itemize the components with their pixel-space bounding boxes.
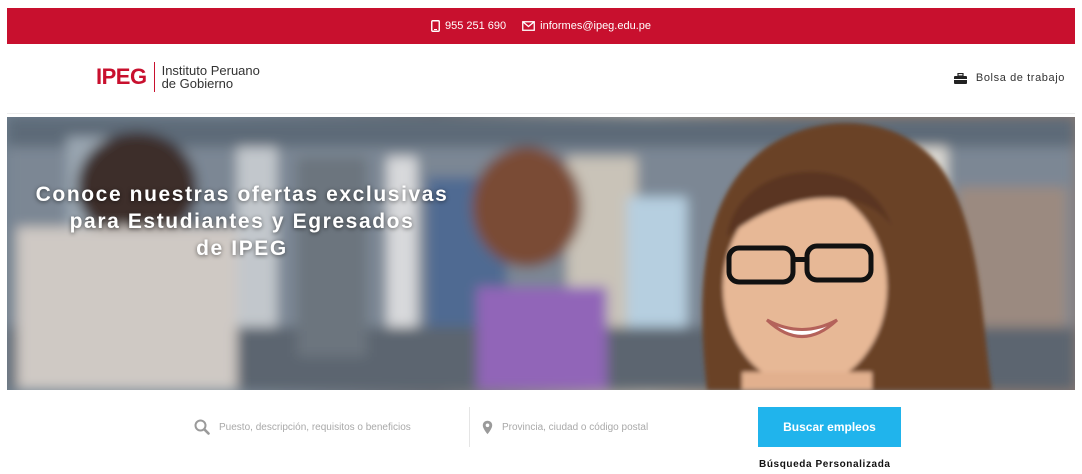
site-logo[interactable]: IPEG Instituto Peruano de Gobierno xyxy=(96,62,260,92)
email-address: informes@ipeg.edu.pe xyxy=(540,20,651,32)
email-contact[interactable]: informes@ipeg.edu.pe xyxy=(522,20,651,32)
hero-title: Conoce nuestras ofertas exclusivas para … xyxy=(17,181,467,262)
location-field xyxy=(470,407,758,447)
envelope-icon xyxy=(522,21,536,31)
logo-text-line2: de Gobierno xyxy=(161,76,234,91)
keyword-field xyxy=(182,407,470,447)
contact-bar: 955 251 690 informes@ipeg.edu.pe xyxy=(7,8,1075,44)
logo-text: Instituto Peruano de Gobierno xyxy=(162,64,260,90)
map-pin-icon xyxy=(482,420,493,434)
keyword-input[interactable] xyxy=(219,421,459,433)
search-icon xyxy=(194,419,210,435)
search-jobs-button[interactable]: Buscar empleos xyxy=(758,407,901,447)
hero-title-line2: para Estudiantes y Egresados xyxy=(69,210,415,233)
phone-contact[interactable]: 955 251 690 xyxy=(431,20,506,32)
site-header: IPEG Instituto Peruano de Gobierno Bolsa… xyxy=(7,44,1075,114)
jobs-board-link[interactable]: Bolsa de trabajo xyxy=(953,72,1065,84)
logo-divider xyxy=(153,62,155,92)
briefcase-icon xyxy=(953,72,967,84)
location-input[interactable] xyxy=(502,421,742,433)
custom-search-link[interactable]: Búsqueda Personalizada xyxy=(759,459,891,470)
job-search-form: Buscar empleos xyxy=(182,407,901,447)
hero-banner: Conoce nuestras ofertas exclusivas para … xyxy=(7,117,1075,390)
jobs-board-label: Bolsa de trabajo xyxy=(975,72,1065,84)
phone-number: 955 251 690 xyxy=(444,20,507,32)
hero-title-line1: Conoce nuestras ofertas exclusivas xyxy=(35,183,449,206)
logo-mark: IPEG xyxy=(96,64,147,89)
hero-title-line3: de IPEG xyxy=(196,237,288,260)
phone-icon xyxy=(431,20,440,32)
